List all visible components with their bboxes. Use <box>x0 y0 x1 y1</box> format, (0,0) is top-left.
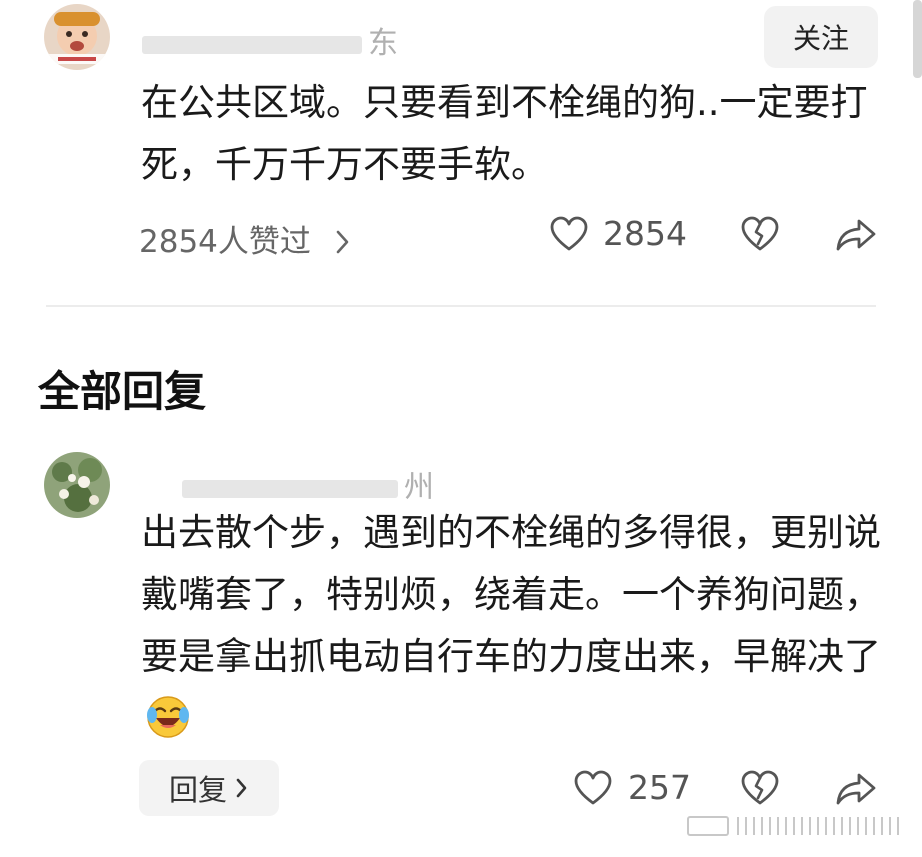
liked-by-text: 2854人赞过 <box>139 224 311 260</box>
heart-outline-icon[interactable] <box>550 216 588 252</box>
reply-button[interactable]: 回复 <box>139 760 279 816</box>
share-arrow-icon[interactable] <box>835 772 877 806</box>
section-title: 全部回复 <box>38 367 207 416</box>
like-count: 2854 <box>603 214 687 253</box>
liked-by-link[interactable]: 2854人赞过 <box>139 216 351 261</box>
chevron-right-icon <box>236 778 247 798</box>
broken-heart-icon[interactable] <box>741 216 779 252</box>
avatar[interactable] <box>44 452 110 518</box>
broken-heart-icon[interactable] <box>741 770 779 806</box>
reply-text: 出去散个步，遇到的不栓绳的多得很，更别说戴嘴套了，特别烦，绕着走。一个养狗问题，… <box>141 502 881 750</box>
username-redacted <box>182 479 398 498</box>
follow-button[interactable]: 关注 <box>764 6 878 68</box>
share-arrow-icon[interactable] <box>835 218 877 252</box>
username-suffix: 东 <box>368 26 398 61</box>
like-count: 257 <box>628 768 691 807</box>
laughing-crying-emoji-icon <box>147 696 189 738</box>
avatar[interactable] <box>44 4 110 70</box>
username-suffix: 州 <box>404 470 434 505</box>
comment-text: 在公共区域。只要看到不栓绳的狗..一定要打死，千万千万不要手软。 <box>141 81 868 186</box>
watermark-logo <box>687 816 899 836</box>
reply-label: 回复 <box>168 773 227 807</box>
chevron-right-icon <box>336 230 349 254</box>
heart-outline-icon[interactable] <box>574 770 612 806</box>
username[interactable]: 州 <box>182 462 434 506</box>
scrollbar[interactable] <box>913 0 922 78</box>
divider <box>46 305 876 307</box>
username[interactable]: 东 <box>142 18 398 62</box>
username-redacted <box>142 35 362 54</box>
